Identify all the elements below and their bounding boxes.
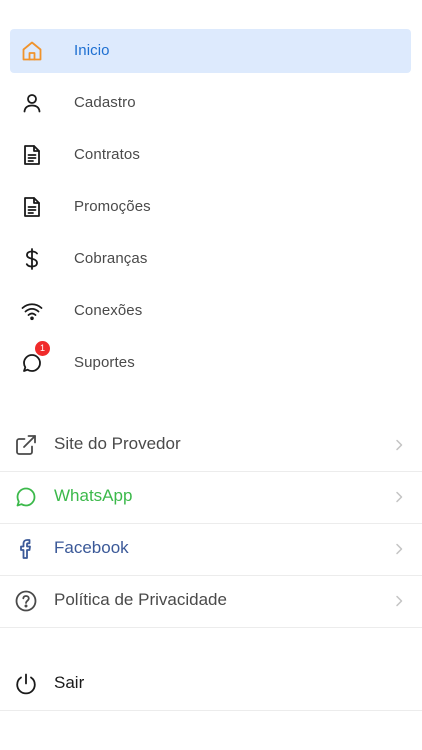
external-link-icon (14, 433, 38, 457)
home-icon (20, 39, 44, 63)
nav-item-contratos[interactable]: Contratos (10, 133, 411, 177)
chevron-right-icon (393, 542, 405, 556)
nav-item-label: Promoções (74, 198, 151, 215)
link-label: Política de Privacidade (54, 590, 227, 609)
power-icon (14, 672, 38, 696)
logout-label: Sair (54, 673, 85, 692)
nav-item-promocoes[interactable]: Promoções (10, 185, 411, 229)
chevron-right-icon (393, 438, 405, 452)
nav-item-cobrancas[interactable]: Cobranças (10, 237, 411, 281)
chevron-right-icon (393, 490, 405, 504)
nav-item-label: Contratos (74, 146, 140, 163)
nav-item-cadastro[interactable]: Cadastro (10, 81, 411, 125)
link-label: Facebook (54, 538, 129, 557)
document-icon (20, 195, 44, 219)
nav-item-label: Cobranças (74, 250, 148, 267)
nav-item-suportes[interactable]: 1 Suportes (10, 341, 411, 385)
logout-button[interactable]: Sair (0, 658, 422, 711)
dollar-icon (20, 247, 44, 271)
link-site-provedor[interactable]: Site do Provedor (0, 419, 422, 472)
link-label: WhatsApp (54, 486, 133, 505)
nav-item-label: Suportes (74, 354, 135, 371)
notification-badge: 1 (35, 341, 50, 356)
link-facebook[interactable]: Facebook (0, 523, 422, 576)
nav-item-label: Inicio (74, 42, 110, 59)
chevron-right-icon (393, 594, 405, 608)
document-icon (20, 143, 44, 167)
link-label: Site do Provedor (54, 434, 181, 453)
nav-item-conexoes[interactable]: Conexões (10, 289, 411, 333)
nav-item-label: Conexões (74, 302, 143, 319)
facebook-icon (14, 537, 38, 561)
nav-item-inicio[interactable]: Inicio (10, 29, 411, 73)
user-icon (20, 91, 44, 115)
help-circle-icon (14, 589, 38, 613)
link-whatsapp[interactable]: WhatsApp (0, 471, 422, 524)
wifi-icon (20, 299, 44, 323)
nav-item-label: Cadastro (74, 94, 136, 111)
link-politica-privacidade[interactable]: Política de Privacidade (0, 575, 422, 628)
whatsapp-icon (14, 485, 38, 509)
